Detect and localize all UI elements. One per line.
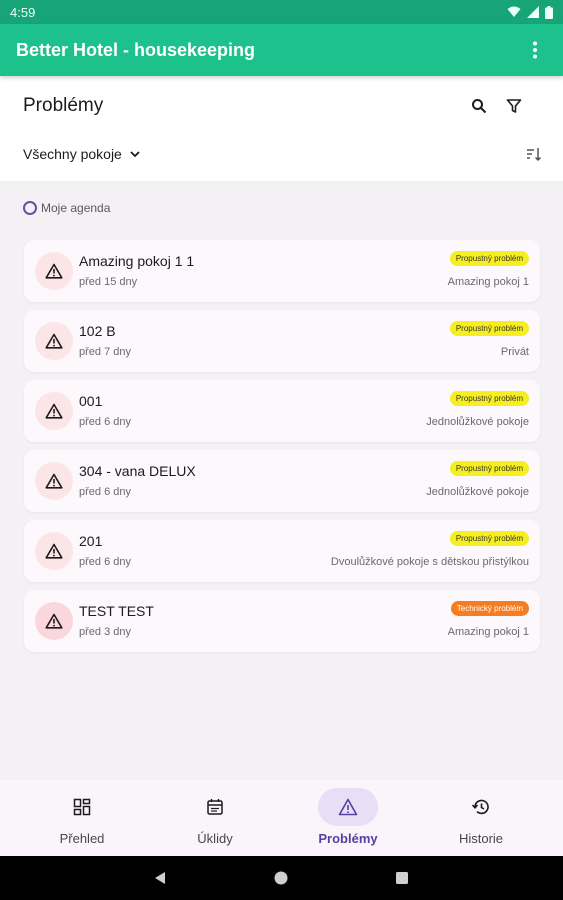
room-filter-label: Všechny pokoje — [23, 146, 122, 162]
problem-type-badge: Propustný problém — [449, 461, 529, 476]
problem-age: před 3 dny — [79, 626, 131, 638]
bottom-navigation: Přehled Úklidy Problémy Historie — [0, 780, 563, 856]
room-type: Dvoulůžkové pokoje s dětskou přistýlkou — [330, 556, 529, 568]
problem-type-badge: Technický problém — [450, 601, 529, 616]
room-name: TEST TEST — [79, 603, 154, 619]
room-name: Amazing pokoj 1 1 — [79, 253, 195, 269]
nav-label: Úklidy — [197, 831, 233, 846]
nav-item-uklidy[interactable]: Úklidy — [147, 780, 287, 856]
problem-age: před 7 dny — [79, 346, 131, 358]
problem-card[interactable]: TEST TEST před 3 dny Technický problém A… — [24, 590, 540, 652]
warning-icon — [35, 462, 73, 500]
problem-type-badge: Propustný problém — [449, 531, 529, 546]
problem-card[interactable]: 001 před 6 dny Propustný problém Jednolů… — [24, 380, 540, 442]
page-header: Problémy Všechny pokoje — [0, 76, 563, 181]
room-type: Jednolůžkové pokoje — [426, 416, 529, 428]
my-agenda-label: Moje agenda — [41, 201, 111, 215]
dashboard-icon — [52, 788, 112, 826]
status-time: 4:59 — [10, 4, 36, 20]
nav-item-historie[interactable]: Historie — [413, 780, 553, 856]
problem-card[interactable]: 201 před 6 dny Propustný problém Dvoulůž… — [24, 520, 540, 582]
page-title: Problémy — [23, 95, 104, 116]
problem-type-badge: Propustný problém — [449, 321, 529, 336]
problem-type-badge: Propustný problém — [449, 251, 529, 266]
warning-icon — [35, 322, 73, 360]
room-type: Privát — [500, 346, 529, 358]
signal-icon — [527, 6, 539, 18]
problem-age: před 15 dny — [79, 276, 138, 288]
status-bar: 4:59 — [0, 0, 563, 24]
problem-card[interactable]: Amazing pokoj 1 1 před 15 dny Propustný … — [24, 240, 540, 302]
nav-label: Historie — [458, 831, 504, 846]
sort-icon[interactable] — [522, 142, 546, 166]
status-icons — [507, 5, 553, 19]
chevron-down-icon — [130, 151, 140, 158]
warning-icon — [318, 788, 378, 826]
room-name: 201 — [79, 533, 103, 549]
wifi-icon — [507, 6, 521, 17]
room-name: 304 - vana DELUX — [79, 463, 196, 479]
problem-age: před 6 dny — [79, 556, 131, 568]
battery-icon — [545, 5, 553, 19]
room-name: 001 — [79, 393, 103, 409]
nav-item-problemy[interactable]: Problémy — [280, 780, 420, 856]
warning-icon — [35, 532, 73, 570]
warning-icon — [35, 392, 73, 430]
problem-age: před 6 dny — [79, 486, 131, 498]
room-type: Amazing pokoj 1 — [447, 626, 529, 638]
app-title: Better Hotel - housekeeping — [16, 39, 256, 60]
problem-card[interactable]: 304 - vana DELUX před 6 dny Propustný pr… — [24, 450, 540, 512]
my-agenda-toggle[interactable]: Moje agenda — [23, 201, 110, 215]
search-icon[interactable] — [467, 94, 491, 118]
warning-icon — [35, 602, 73, 640]
recents-icon[interactable] — [394, 870, 410, 886]
back-icon[interactable] — [152, 870, 168, 886]
warning-icon — [35, 252, 73, 290]
radio-icon — [23, 201, 37, 215]
more-vert-icon[interactable] — [523, 38, 547, 62]
nav-label: Přehled — [59, 831, 105, 846]
filter-icon[interactable] — [502, 94, 526, 118]
history-icon — [451, 788, 511, 826]
problem-card[interactable]: 102 B před 7 dny Propustný problém Privá… — [24, 310, 540, 372]
calendar-icon — [185, 788, 245, 826]
problem-type-badge: Propustný problém — [449, 391, 529, 406]
room-type: Jednolůžkové pokoje — [426, 486, 529, 498]
home-icon[interactable] — [273, 870, 289, 886]
room-filter-dropdown[interactable]: Všechny pokoje — [23, 146, 142, 162]
app-bar: Better Hotel - housekeeping — [0, 24, 563, 76]
room-name: 102 B — [79, 323, 116, 339]
room-type: Amazing pokoj 1 — [447, 276, 529, 288]
system-nav-bar — [0, 856, 563, 900]
problem-age: před 6 dny — [79, 416, 131, 428]
nav-label: Problémy — [318, 831, 378, 846]
nav-item-prehled[interactable]: Přehled — [14, 780, 154, 856]
